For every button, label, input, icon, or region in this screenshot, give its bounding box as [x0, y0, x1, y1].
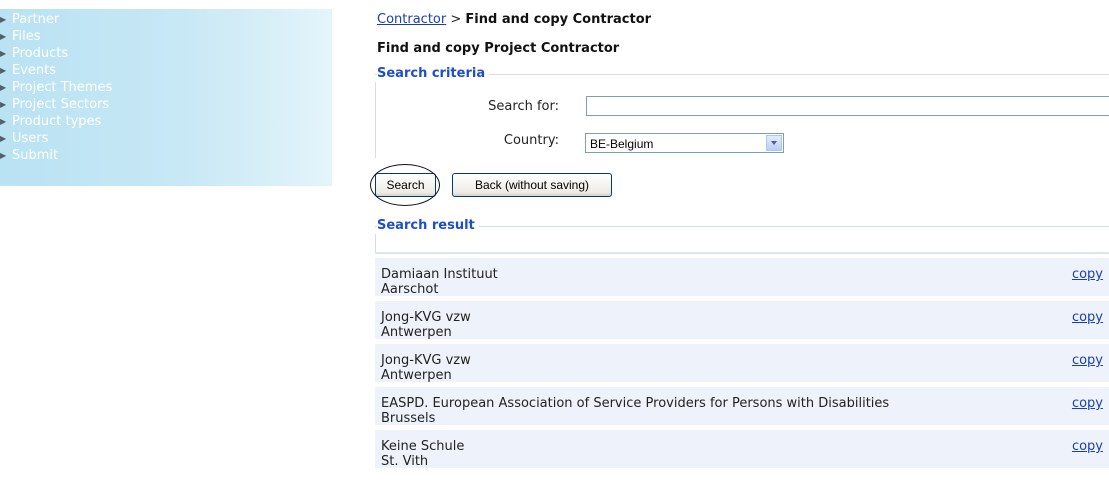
sidebar-menu: ▶ Partner ▶ Files ▶ Products ▶ Events ▶ Proje… — [0, 9, 332, 164]
sidebar-item-project-sectors[interactable]: ▶ Project Sectors — [0, 96, 332, 113]
triangle-right-icon: ▶ — [0, 15, 7, 24]
result-city: St. Vith — [381, 454, 429, 469]
sidebar-item-label: Submit — [12, 148, 59, 163]
fieldset-header: Search criteria — [375, 66, 1109, 82]
triangle-right-icon: ▶ — [0, 49, 7, 58]
result-city: Antwerpen — [381, 325, 452, 340]
triangle-right-icon: ▶ — [0, 66, 7, 75]
breadcrumb-link-contractor[interactable]: Contractor — [377, 12, 446, 27]
triangle-right-icon: ▶ — [0, 100, 7, 109]
copy-link[interactable]: copy — [1072, 439, 1103, 454]
sidebar-item-products[interactable]: ▶ Products — [0, 45, 332, 62]
list-item: Jong-KVG vzw Antwerpen copy — [375, 301, 1109, 340]
copy-link[interactable]: copy — [1072, 310, 1103, 325]
sidebar-item-label: Product types — [12, 114, 102, 129]
triangle-right-icon: ▶ — [0, 151, 7, 160]
search-result-fieldset: Search result — [375, 218, 1109, 254]
search-criteria-body: Search for: Country: BE-Belgium — [375, 82, 1109, 158]
list-item: EASPD. European Association of Service P… — [375, 387, 1109, 426]
country-select[interactable]: BE-Belgium — [585, 133, 784, 153]
sidebar-item-label: Products — [12, 46, 69, 61]
triangle-right-icon: ▶ — [0, 134, 7, 143]
sidebar-item-submit[interactable]: ▶ Submit — [0, 147, 332, 164]
back-without-saving-button[interactable]: Back (without saving) — [452, 173, 612, 197]
result-name: Keine Schule — [381, 439, 465, 454]
breadcrumb-current: Find and copy Contractor — [465, 12, 652, 27]
search-criteria-legend: Search criteria — [377, 66, 490, 81]
list-item: Jong-KVG vzw Antwerpen copy — [375, 344, 1109, 383]
search-result-legend: Search result — [377, 218, 479, 233]
search-button[interactable]: Search — [375, 173, 436, 197]
sidebar-item-label: Events — [12, 63, 57, 78]
result-name: Jong-KVG vzw — [381, 310, 471, 325]
copy-link[interactable]: copy — [1072, 396, 1103, 411]
result-city: Aarschot — [381, 282, 439, 297]
triangle-right-icon: ▶ — [0, 117, 7, 126]
sidebar-item-product-types[interactable]: ▶ Product types — [0, 113, 332, 130]
search-input[interactable] — [586, 96, 1109, 116]
sidebar-item-label: Project Themes — [12, 80, 113, 95]
sidebar-item-partner[interactable]: ▶ Partner — [0, 11, 332, 28]
list-item: Damiaan Instituut Aarschot copy — [375, 258, 1109, 297]
sidebar-item-label: Project Sectors — [12, 97, 110, 112]
breadcrumb: Contractor > Find and copy Contractor — [377, 12, 651, 27]
triangle-right-icon: ▶ — [0, 83, 7, 92]
search-result-body — [375, 234, 1109, 254]
result-name: EASPD. European Association of Service P… — [381, 396, 890, 411]
sidebar: ▶ Partner ▶ Files ▶ Products ▶ Events ▶ Proje… — [0, 9, 332, 186]
search-for-label: Search for: — [488, 99, 559, 114]
sidebar-item-files[interactable]: ▶ Files — [0, 28, 332, 45]
search-criteria-fieldset: Search criteria Search for: Country: BE-… — [375, 66, 1109, 158]
fieldset-header: Search result — [375, 218, 1109, 234]
page: ▶ Partner ▶ Files ▶ Products ▶ Events ▶ Proje… — [0, 0, 1109, 491]
sidebar-item-label: Files — [12, 29, 41, 44]
breadcrumb-separator: > — [450, 12, 462, 27]
result-name: Damiaan Instituut — [381, 267, 498, 282]
sidebar-item-label: Partner — [12, 12, 60, 27]
country-label: Country: — [503, 133, 559, 148]
search-for-row: Search for: — [376, 95, 1109, 119]
sidebar-item-events[interactable]: ▶ Events — [0, 62, 332, 79]
fieldset-divider — [375, 226, 1109, 227]
sidebar-item-project-themes[interactable]: ▶ Project Themes — [0, 79, 332, 96]
triangle-right-icon: ▶ — [0, 32, 7, 41]
country-row: Country: BE-Belgium — [376, 130, 1109, 154]
result-name: Jong-KVG vzw — [381, 353, 471, 368]
copy-link[interactable]: copy — [1072, 353, 1103, 368]
chevron-down-icon[interactable] — [766, 135, 782, 151]
page-title: Find and copy Project Contractor — [377, 41, 620, 56]
copy-link[interactable]: copy — [1072, 267, 1103, 282]
result-city: Antwerpen — [381, 368, 452, 383]
list-item: Keine Schule St. Vith copy — [375, 430, 1109, 469]
sidebar-item-users[interactable]: ▶ Users — [0, 130, 332, 147]
sidebar-item-label: Users — [12, 131, 49, 146]
result-city: Brussels — [381, 411, 436, 426]
country-select-value: BE-Belgium — [590, 137, 654, 151]
result-list: Damiaan Instituut Aarschot copy Jong-KVG… — [375, 258, 1109, 473]
